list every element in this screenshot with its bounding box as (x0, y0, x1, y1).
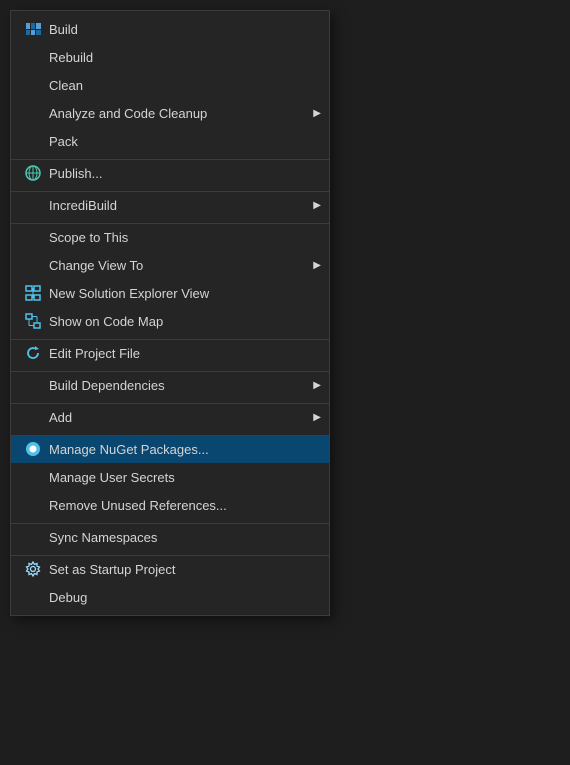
menu-item-manage-nuget[interactable]: Manage NuGet Packages... (11, 435, 329, 463)
submenu-arrow: ▶ (313, 108, 321, 119)
menu-item-debug[interactable]: Debug (11, 583, 329, 611)
menu-item-clean[interactable]: Clean (11, 71, 329, 99)
nuget-icon (19, 441, 47, 457)
menu-label-remove-unused-references: Remove Unused References... (47, 498, 321, 513)
menu-item-rebuild[interactable]: Rebuild (11, 43, 329, 71)
solution-explorer-icon (19, 285, 47, 301)
menu-item-manage-user-secrets[interactable]: Manage User Secrets (11, 463, 329, 491)
menu-label-show-code-map: Show on Code Map (47, 314, 321, 329)
menu-item-build[interactable]: Build (11, 15, 329, 43)
menu-item-sync-namespaces[interactable]: Sync Namespaces (11, 523, 329, 551)
menu-label-publish: Publish... (47, 166, 321, 181)
menu-label-edit-project-file: Edit Project File (47, 346, 321, 361)
menu-label-add: Add (47, 410, 313, 425)
menu-label-debug: Debug (47, 590, 321, 605)
menu-label-rebuild: Rebuild (47, 50, 321, 65)
context-menu: Build Rebuild Clean Analyze and Code Cleanu… (10, 10, 330, 616)
menu-item-add[interactable]: Add▶ (11, 403, 329, 431)
submenu-arrow: ▶ (313, 200, 321, 211)
build-icon (19, 23, 47, 35)
menu-item-remove-unused-references[interactable]: Remove Unused References... (11, 491, 329, 519)
menu-label-sync-namespaces: Sync Namespaces (47, 530, 321, 545)
menu-item-publish[interactable]: Publish... (11, 159, 329, 187)
menu-label-manage-nuget: Manage NuGet Packages... (47, 442, 321, 457)
menu-item-edit-project-file[interactable]: Edit Project File (11, 339, 329, 367)
menu-item-analyze-code-cleanup[interactable]: Analyze and Code Cleanup▶ (11, 99, 329, 127)
menu-label-analyze-code-cleanup: Analyze and Code Cleanup (47, 106, 313, 121)
menu-label-incredibuild: IncrediBuild (47, 198, 313, 213)
menu-item-incredibuild[interactable]: IncrediBuild▶ (11, 191, 329, 219)
globe-icon (19, 165, 47, 181)
gear-icon (19, 561, 47, 577)
menu-label-set-startup-project: Set as Startup Project (47, 562, 321, 577)
refresh-icon (19, 345, 47, 361)
menu-item-change-view-to[interactable]: Change View To▶ (11, 251, 329, 279)
submenu-arrow: ▶ (313, 412, 321, 423)
submenu-arrow: ▶ (313, 260, 321, 271)
menu-item-pack[interactable]: Pack (11, 127, 329, 155)
menu-label-scope-to-this: Scope to This (47, 230, 321, 245)
menu-label-build-dependencies: Build Dependencies (47, 378, 313, 393)
menu-item-set-startup-project[interactable]: Set as Startup Project (11, 555, 329, 583)
menu-label-clean: Clean (47, 78, 321, 93)
menu-label-pack: Pack (47, 134, 321, 149)
menu-item-scope-to-this[interactable]: Scope to This (11, 223, 329, 251)
code-map-icon (19, 313, 47, 329)
menu-item-build-dependencies[interactable]: Build Dependencies▶ (11, 371, 329, 399)
menu-label-change-view-to: Change View To (47, 258, 313, 273)
menu-label-manage-user-secrets: Manage User Secrets (47, 470, 321, 485)
menu-item-new-solution-explorer[interactable]: New Solution Explorer View (11, 279, 329, 307)
menu-label-build: Build (47, 22, 321, 37)
menu-item-show-code-map[interactable]: Show on Code Map (11, 307, 329, 335)
submenu-arrow: ▶ (313, 380, 321, 391)
menu-label-new-solution-explorer: New Solution Explorer View (47, 286, 321, 301)
